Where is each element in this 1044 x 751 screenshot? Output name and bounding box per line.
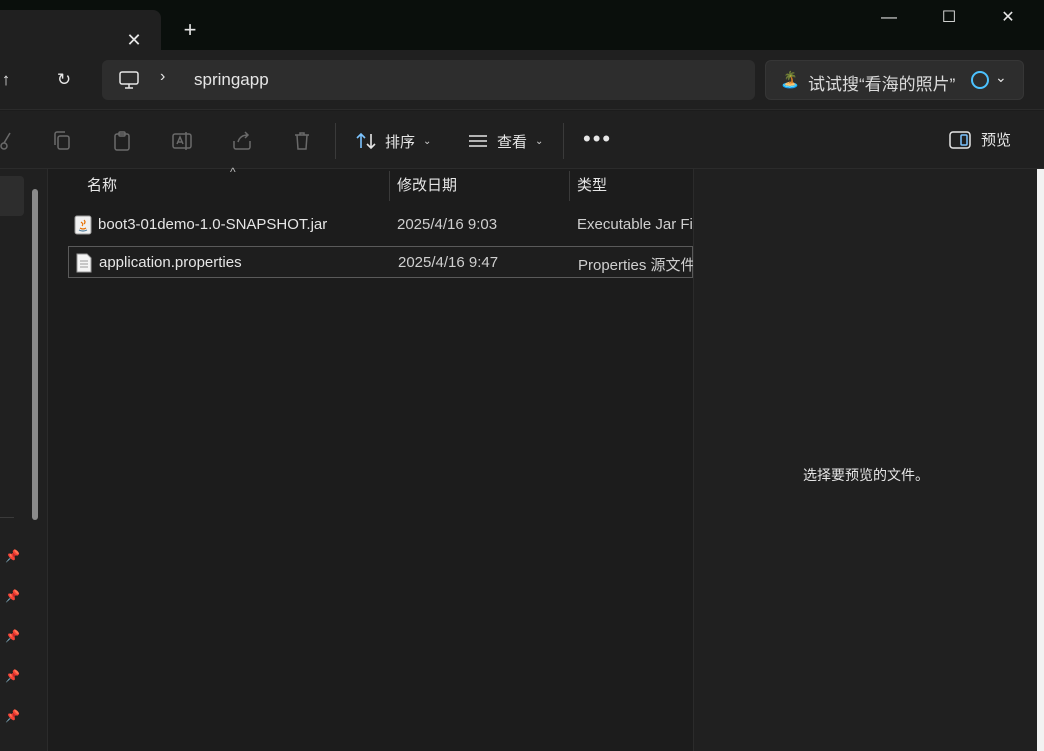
pin-icon[interactable]: 📌 [5, 549, 21, 565]
paste-icon[interactable] [110, 129, 134, 153]
toolbar-divider [563, 123, 564, 159]
search-placeholder: 试试搜“看海的照片” [808, 75, 956, 94]
file-name: boot3-01demo-1.0-SNAPSHOT.jar [98, 216, 328, 233]
cut-icon[interactable] [0, 129, 14, 153]
file-type: Executable Jar File [577, 216, 693, 233]
sort-ascending-icon: ^ [230, 165, 236, 179]
column-divider[interactable] [569, 171, 570, 201]
pin-icon[interactable]: 📌 [5, 589, 21, 605]
file-date: 2025/4/16 9:03 [397, 216, 498, 233]
more-options-button[interactable]: ••• [583, 127, 612, 151]
island-emoji-icon: 🏝️ [780, 72, 800, 89]
file-list: 名称 ^ 修改日期 类型 boot3-01demo-1.0-SNAPSHOT.j… [48, 165, 694, 751]
close-tab-icon[interactable]: ✕ [122, 28, 146, 52]
pin-icon[interactable]: 📌 [5, 629, 21, 645]
address-bar[interactable]: › springapp [102, 60, 755, 100]
rename-icon[interactable] [170, 129, 194, 153]
search-chevron-down-icon[interactable]: ⌄ [995, 69, 1007, 86]
share-icon[interactable] [230, 129, 254, 153]
copy-icon[interactable] [50, 129, 74, 153]
sort-button[interactable]: 排序 ⌄ [355, 127, 431, 155]
title-bar: ✕ + — ☐ ✕ [0, 0, 1044, 50]
view-icon [469, 135, 487, 147]
new-tab-button[interactable]: + [178, 18, 202, 42]
text-file-icon [76, 253, 92, 273]
view-label: 查看 [497, 133, 528, 151]
selected-nav-item[interactable] [0, 176, 24, 216]
refresh-button[interactable]: ↻ [50, 66, 78, 94]
preview-label: 预览 [981, 132, 1012, 149]
sort-icon [356, 132, 376, 150]
breadcrumb-chevron-icon[interactable]: › [160, 68, 165, 86]
sort-label: 排序 [385, 133, 416, 151]
column-header-name[interactable]: 名称 [87, 169, 117, 203]
maximize-button[interactable]: ☐ [926, 0, 972, 36]
java-jar-file-icon [74, 215, 92, 235]
navigation-bar: ↑ ↻ › springapp 🏝️ 试试搜“看海的照片” ⌄ [0, 50, 1044, 110]
copilot-search-icon[interactable] [971, 71, 989, 89]
preview-pane: 选择要预览的文件。 [693, 169, 1037, 751]
preview-pane-button[interactable]: 预览 [949, 129, 1011, 150]
nav-scrollbar[interactable] [32, 189, 38, 520]
this-pc-icon [119, 71, 139, 89]
close-window-button[interactable]: ✕ [985, 0, 1031, 36]
active-tab[interactable]: ✕ [0, 10, 161, 50]
pin-icon[interactable]: 📌 [5, 669, 21, 685]
breadcrumb-springapp[interactable]: springapp [194, 70, 269, 90]
command-bar: 排序 ⌄ 查看 ⌄ ••• 预览 [0, 111, 1044, 169]
preview-empty-message: 选择要预览的文件。 [803, 467, 929, 483]
minimize-button[interactable]: — [866, 0, 912, 36]
up-button[interactable]: ↑ [0, 66, 20, 94]
toolbar-divider [335, 123, 336, 159]
preview-pane-icon [949, 130, 971, 149]
file-row[interactable]: application.properties 2025/4/16 9:47 Pr… [68, 246, 694, 278]
column-divider[interactable] [389, 171, 390, 201]
view-chevron-down-icon: ⌄ [535, 135, 544, 147]
file-name: application.properties [99, 254, 242, 271]
view-button[interactable]: 查看 ⌄ [467, 127, 543, 155]
column-header-date[interactable]: 修改日期 [397, 169, 457, 203]
file-date: 2025/4/16 9:47 [398, 254, 499, 271]
delete-icon[interactable] [290, 129, 314, 153]
navigation-pane: 📌 📌 📌 📌 📌 [0, 169, 48, 751]
pin-icon[interactable]: 📌 [5, 709, 21, 725]
search-box[interactable]: 🏝️ 试试搜“看海的照片” ⌄ [765, 60, 1024, 100]
background-window-edge [1037, 169, 1044, 751]
sort-chevron-down-icon: ⌄ [423, 135, 432, 147]
file-type: Properties 源文件 [578, 257, 694, 274]
nav-divider [0, 517, 14, 518]
column-header-type[interactable]: 类型 [577, 169, 607, 203]
file-row[interactable]: boot3-01demo-1.0-SNAPSHOT.jar 2025/4/16 … [68, 209, 693, 241]
